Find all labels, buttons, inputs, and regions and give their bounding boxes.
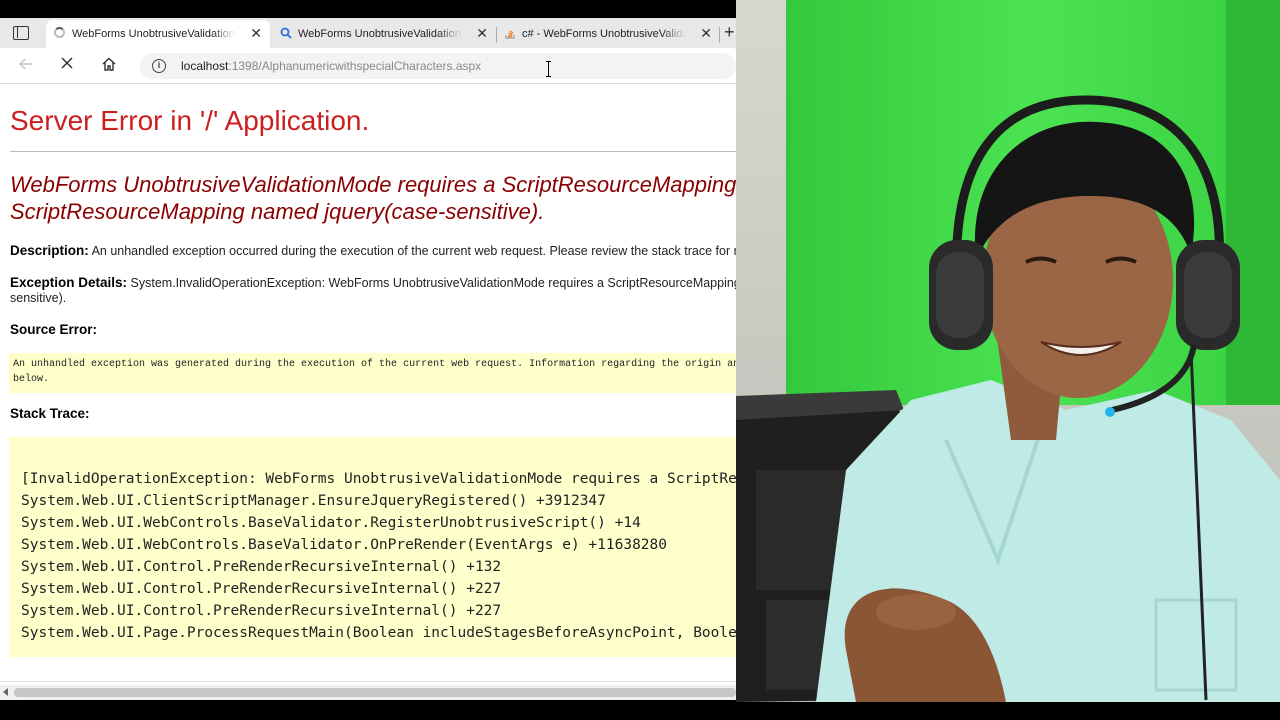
tab-actions-icon[interactable]: [13, 26, 29, 40]
tab-current[interactable]: WebForms UnobtrusiveValidationMode requi…: [46, 20, 270, 48]
tab-strip: WebForms UnobtrusiveValidationMode requi…: [0, 18, 736, 48]
url-field[interactable]: i localhost:1398/Alphanumericwithspecial…: [140, 53, 736, 79]
divider: [0, 681, 736, 682]
home-icon: [102, 57, 116, 71]
tab-search[interactable]: WebForms UnobtrusiveValidationMode requi…: [272, 20, 496, 48]
scroll-left-icon[interactable]: [3, 688, 8, 696]
tab-title: WebForms UnobtrusiveValidationMode requi…: [72, 28, 236, 40]
exception-label: Exception Details:: [10, 275, 128, 290]
stack-trace-line: System.Web.UI.Control.PreRenderRecursive…: [21, 603, 502, 619]
exception-text-continued: sensitive).: [10, 291, 67, 305]
source-error-line: below.: [13, 374, 50, 385]
error-message: WebForms UnobtrusiveValidationMode requi…: [10, 171, 736, 225]
home-button[interactable]: [99, 56, 119, 76]
tab-stackoverflow[interactable]: c# - WebForms UnobtrusiveValidationMode …: [496, 20, 720, 48]
url-text: localhost:1398/AlphanumericwithspecialCh…: [181, 59, 481, 73]
tab-title: c# - WebForms UnobtrusiveValidationMode …: [522, 28, 686, 40]
scrollbar-thumb[interactable]: [14, 688, 736, 697]
error-message-line: ScriptResourceMapping named jquery(case-…: [10, 199, 545, 224]
description-label: Description:: [10, 243, 89, 258]
stop-loading-button[interactable]: [57, 56, 77, 76]
stackoverflow-icon: [504, 27, 516, 39]
horizontal-scrollbar[interactable]: [0, 685, 736, 700]
back-button[interactable]: [16, 56, 36, 76]
text-cursor-icon: [546, 61, 551, 77]
error-message-line: WebForms UnobtrusiveValidationMode requi…: [10, 172, 736, 197]
description-text: An unhandled exception occurred during t…: [91, 244, 736, 258]
close-tab-icon[interactable]: ✕: [250, 26, 262, 40]
tab-separator: [719, 27, 720, 43]
source-error-line: An unhandled exception was generated dur…: [13, 359, 736, 370]
search-icon: [280, 27, 292, 39]
exception-text: System.InvalidOperationException: WebFor…: [130, 276, 736, 290]
stack-trace-line: System.Web.UI.Page.ProcessRequestMain(Bo…: [21, 625, 736, 641]
stack-trace-box: [InvalidOperationException: WebForms Uno…: [9, 437, 736, 657]
close-tab-icon[interactable]: ✕: [700, 26, 712, 40]
loading-spinner-icon: [54, 27, 65, 38]
url-path: :1398/AlphanumericwithspecialCharacters.…: [228, 59, 482, 73]
browser-window: WebForms UnobtrusiveValidationMode requi…: [0, 0, 736, 720]
stack-trace-line: System.Web.UI.WebControls.BaseValidator.…: [21, 515, 641, 531]
divider: [10, 151, 736, 152]
screen-top-bar: [0, 0, 736, 18]
back-arrow-icon: [18, 58, 32, 70]
stack-trace-line: System.Web.UI.WebControls.BaseValidator.…: [21, 537, 668, 553]
stack-trace-line: [InvalidOperationException: WebForms Uno…: [21, 471, 736, 487]
screen-bottom-bar: [0, 700, 736, 720]
stack-trace-line: System.Web.UI.Control.PreRenderRecursive…: [21, 581, 502, 597]
info-icon[interactable]: i: [152, 59, 166, 73]
description-row: Description: An unhandled exception occu…: [10, 243, 736, 258]
new-tab-button[interactable]: +: [724, 23, 735, 41]
source-error-heading: Source Error:: [10, 322, 98, 337]
stack-trace-heading: Stack Trace:: [10, 406, 90, 421]
stack-trace-line: System.Web.UI.Control.PreRenderRecursive…: [21, 559, 502, 575]
tab-title: WebForms UnobtrusiveValidationMode requi…: [298, 28, 462, 40]
close-icon: [61, 57, 73, 69]
stack-trace-line: System.Web.UI.ClientScriptManager.Ensure…: [21, 493, 606, 509]
error-page: Server Error in '/' Application. WebForm…: [0, 85, 736, 685]
address-bar: i localhost:1398/Alphanumericwithspecial…: [0, 48, 736, 84]
close-tab-icon[interactable]: ✕: [476, 26, 488, 40]
page-title: Server Error in '/' Application.: [10, 105, 370, 136]
url-host: localhost: [181, 59, 229, 73]
screen-bottom-bar: [736, 702, 1280, 720]
presenter-video-frame: [736, 0, 1280, 702]
exception-row: Exception Details: System.InvalidOperati…: [10, 275, 736, 290]
webcam-overlay: [736, 0, 1280, 702]
source-error-box: An unhandled exception was generated dur…: [9, 353, 736, 393]
